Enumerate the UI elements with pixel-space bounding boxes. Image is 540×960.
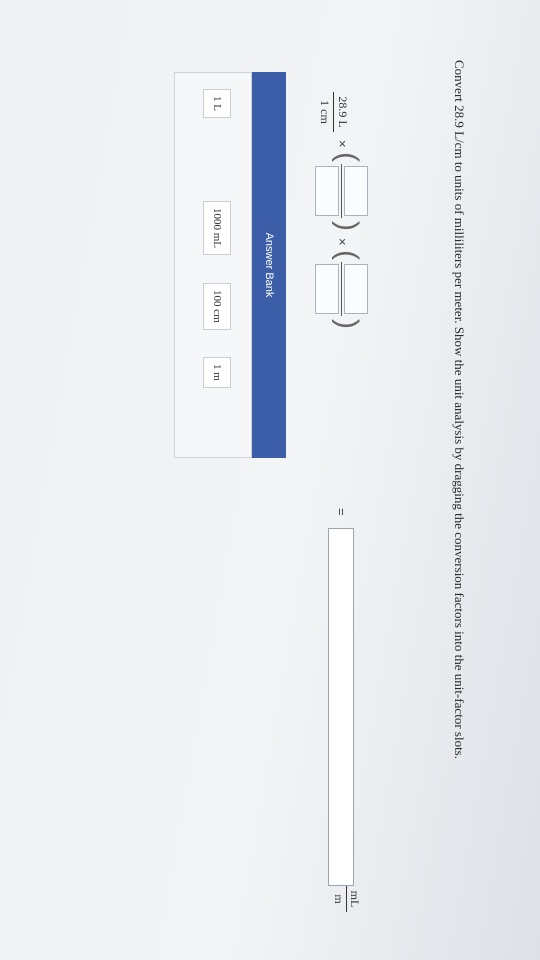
result-unit: mL m [331,886,362,912]
given-denominator: 1 cm [318,100,332,124]
answer-chip[interactable]: 1 m [203,357,231,388]
factor-1-fraction-line [341,164,342,218]
answer-chip[interactable]: 100 cm [203,283,231,330]
close-paren-1: ) [331,221,364,231]
factor-1-numerator-slot[interactable] [344,166,368,216]
answer-bank: 1 L 1000 mL 100 cm 1 m [174,72,252,458]
answer-chip[interactable]: 1 L [203,89,231,118]
given-numerator: 28.9 L [333,92,350,132]
question-panel: Convert 28.9 L/cm to units of milliliter… [0,0,540,960]
answer-chip[interactable]: 1000 mL [203,201,231,256]
equals-sign: = [334,508,349,516]
factor-2-numerator-slot[interactable] [344,264,368,314]
factor-1-denominator-slot[interactable] [315,166,339,216]
open-paren-1: ( [331,152,364,162]
factor-2-denominator-slot[interactable] [315,264,339,314]
screen: Convert 28.9 L/cm to units of milliliter… [0,0,540,960]
result-unit-numerator: mL [346,886,362,912]
times-sign-2: × [335,238,350,246]
answer-bank-title: Answer Bank [252,72,286,458]
factor-2-fraction-line [341,262,342,316]
open-paren-2: ( [331,250,364,260]
close-paren-2: ) [331,319,364,329]
times-sign-1: × [335,140,350,148]
given-fraction: 28.9 L 1 cm [317,92,350,132]
result-unit-denominator: m [332,894,346,904]
question-text: Convert 28.9 L/cm to units of milliliter… [452,60,467,759]
answer-input[interactable] [328,528,354,886]
